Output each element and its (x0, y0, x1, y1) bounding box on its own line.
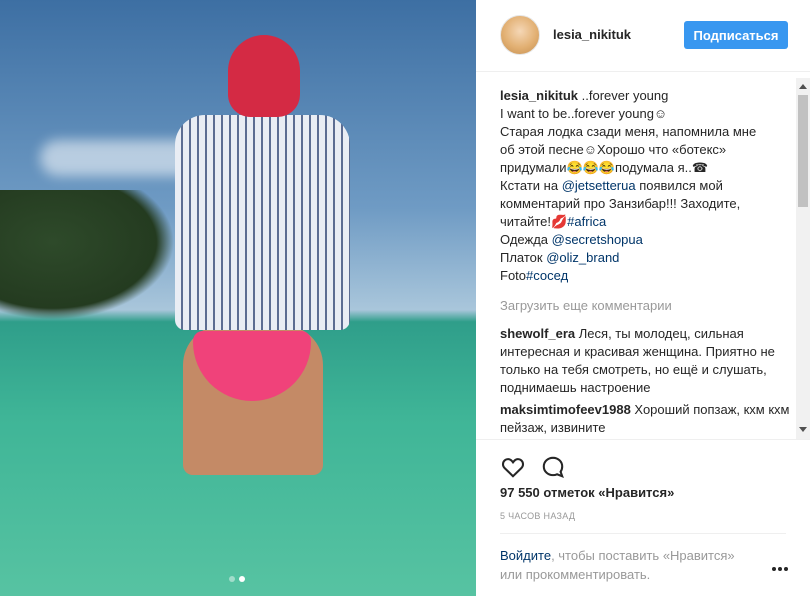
comment-item: shewolf_era Леся, ты молодец, сильная ин… (500, 325, 790, 397)
post-actions: 97 550 отметок «Нравится» 5 ЧАСОВ НАЗАД … (476, 439, 810, 596)
heart-icon[interactable] (500, 454, 526, 480)
caption: lesia_nikituk ..forever young I want to … (500, 87, 790, 285)
carousel-indicator (229, 576, 245, 582)
header-username[interactable]: lesia_nikituk (553, 27, 631, 42)
caption-line-6-pre: Кстати на (500, 178, 562, 193)
caption-line-8-pre: читайте!💋 (500, 214, 568, 229)
follow-button[interactable]: Подписаться (684, 21, 788, 49)
load-more-comments[interactable]: Загрузить еще комментарии (500, 297, 790, 315)
carousel-dot (229, 576, 235, 582)
caption-author[interactable]: lesia_nikituk (500, 88, 578, 103)
more-options-icon[interactable] (772, 567, 788, 573)
photo-subject (175, 35, 350, 475)
photo-island (0, 190, 175, 320)
like-count[interactable]: 97 550 отметок «Нравится» (500, 485, 674, 500)
more-dot (772, 567, 776, 571)
scroll-down-arrow-icon[interactable] (799, 427, 807, 432)
login-link[interactable]: Войдите (500, 548, 551, 563)
scrollbar-thumb[interactable] (798, 95, 808, 207)
comments-scrollbar[interactable] (796, 78, 810, 439)
caption-line-5: придумали😂😂😂подумала я..☎ (500, 160, 709, 175)
caption-line-2: I want to be..forever young☺ (500, 106, 668, 121)
scroll-up-arrow-icon[interactable] (799, 84, 807, 89)
caption-line-11-pre: Foto (500, 268, 527, 283)
hashtag-sosed[interactable]: #сосед (526, 268, 568, 283)
hashtag-africa[interactable]: #africa (567, 214, 606, 229)
mention-secretshopua[interactable]: @secretshopua (552, 232, 643, 247)
comment-item: maksimtimofeev1988 Хороший попзаж, кхм к… (500, 401, 790, 437)
caption-line-3: Старая лодка сзади меня, напомнила мне (500, 124, 757, 139)
mention-jetsetterua[interactable]: @jetsetterua (562, 178, 636, 193)
caption-line-1: ..forever young (578, 88, 669, 103)
caption-line-10-pre: Платок (500, 250, 547, 265)
post-header: lesia_nikituk Подписаться (476, 0, 810, 72)
comment-author[interactable]: shewolf_era (500, 326, 575, 341)
more-dot (778, 567, 782, 571)
caption-line-4: об этой песне☺Хорошо что «ботекс» (500, 142, 727, 157)
post-timestamp: 5 ЧАСОВ НАЗАД (500, 511, 576, 521)
avatar[interactable] (500, 15, 540, 55)
comments-list: lesia_nikituk ..forever young I want to … (500, 87, 790, 439)
divider (500, 533, 786, 534)
mention-oliz-brand[interactable]: @oliz_brand (546, 250, 619, 265)
speech-bubble-icon[interactable] (540, 454, 566, 480)
more-dot (784, 567, 788, 571)
caption-line-6-post: появился мой (635, 178, 723, 193)
caption-line-9-pre: Одежда (500, 232, 552, 247)
post-photo[interactable] (0, 0, 476, 596)
photo-headscarf (228, 35, 300, 117)
photo-shirt (175, 115, 350, 330)
caption-line-7: комментарий про Занзибар!!! Заходите, (500, 196, 741, 211)
carousel-dot-active (239, 576, 245, 582)
comment-author[interactable]: maksimtimofeev1988 (500, 402, 631, 417)
login-prompt: Войдите, чтобы поставить «Нравится» или … (500, 546, 760, 584)
